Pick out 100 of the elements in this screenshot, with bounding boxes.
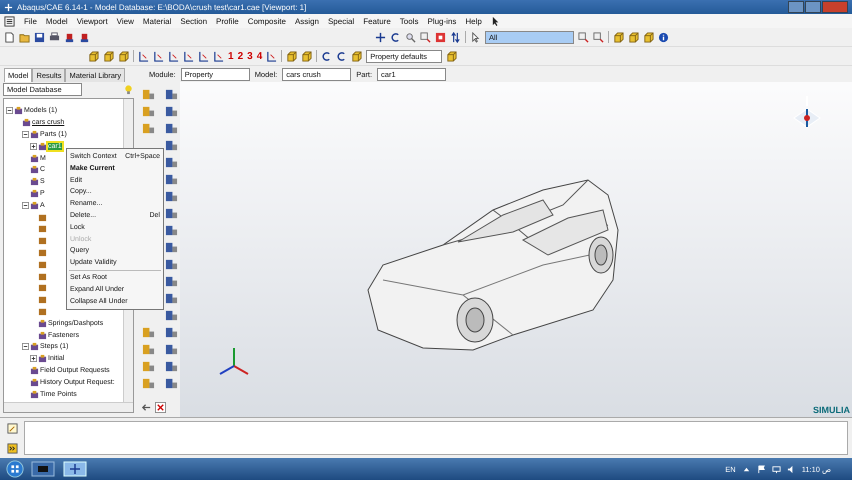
menu-item[interactable]: Viewport bbox=[76, 16, 108, 26]
menu-item[interactable]: Plug-ins bbox=[427, 16, 456, 26]
pan-icon[interactable] bbox=[375, 32, 386, 42]
new-file-icon[interactable] bbox=[4, 32, 15, 42]
menu-item[interactable]: Section bbox=[180, 16, 208, 26]
expand-toggle[interactable] bbox=[30, 355, 37, 362]
axis-icon[interactable] bbox=[153, 50, 164, 62]
viewport[interactable]: SIMULIA bbox=[180, 82, 852, 417]
rotate-icon[interactable] bbox=[336, 50, 348, 62]
horizontal-scrollbar[interactable] bbox=[4, 402, 133, 412]
menu-item[interactable]: Composite bbox=[248, 16, 286, 26]
menu-item[interactable]: Profile bbox=[216, 16, 239, 26]
menu-item[interactable]: View bbox=[116, 16, 134, 26]
tool-icon[interactable] bbox=[164, 326, 179, 339]
collapse-toggle[interactable] bbox=[22, 343, 29, 350]
axis-icon[interactable] bbox=[266, 50, 278, 62]
tool-icon[interactable] bbox=[164, 309, 179, 322]
tree-node-icon bbox=[14, 106, 23, 116]
tool-icon[interactable] bbox=[164, 88, 179, 101]
flag-icon[interactable] bbox=[756, 464, 766, 474]
expand-toggle[interactable] bbox=[30, 142, 37, 150]
message-icon[interactable] bbox=[6, 422, 18, 434]
cube-icon[interactable] bbox=[118, 50, 129, 62]
menu-item[interactable]: Help bbox=[465, 16, 482, 26]
tool-icon[interactable] bbox=[141, 377, 156, 390]
cube-icon[interactable] bbox=[351, 50, 362, 62]
back-arrow-icon[interactable] bbox=[141, 402, 152, 413]
minimize-button[interactable] bbox=[788, 1, 804, 13]
folder-icon[interactable] bbox=[19, 32, 30, 42]
box-zoom-icon[interactable] bbox=[593, 32, 604, 42]
menu-item[interactable]: Special bbox=[328, 16, 354, 26]
menu-item[interactable]: Material bbox=[142, 16, 172, 26]
tool-icon[interactable] bbox=[164, 173, 179, 186]
fit-view-icon[interactable] bbox=[435, 32, 446, 42]
cube-icon[interactable] bbox=[301, 50, 312, 62]
tool-icon[interactable] bbox=[164, 190, 179, 203]
rotate-icon[interactable] bbox=[321, 50, 332, 62]
info-icon[interactable] bbox=[658, 32, 669, 42]
collapse-toggle[interactable] bbox=[22, 130, 29, 138]
cube-icon[interactable] bbox=[613, 32, 624, 42]
axis-icon[interactable] bbox=[198, 50, 209, 62]
pointer-icon[interactable] bbox=[470, 32, 481, 42]
console-app-icon[interactable] bbox=[30, 461, 56, 477]
view-number[interactable]: 3 bbox=[247, 50, 253, 62]
cube-icon[interactable] bbox=[446, 50, 457, 62]
collapse-toggle[interactable] bbox=[22, 202, 29, 209]
menu-item[interactable]: Tools bbox=[400, 16, 418, 26]
cancel-icon[interactable] bbox=[155, 402, 166, 413]
menu-item[interactable]: Model bbox=[46, 16, 68, 26]
start-button[interactable] bbox=[6, 460, 24, 478]
tool-icon[interactable] bbox=[141, 360, 156, 373]
box-zoom-icon[interactable] bbox=[420, 32, 431, 42]
axis-icon[interactable] bbox=[213, 50, 224, 62]
tool-icon[interactable] bbox=[141, 343, 156, 356]
tool-icon[interactable] bbox=[164, 105, 179, 118]
rotate-icon[interactable] bbox=[390, 32, 401, 42]
tree-node-icon bbox=[38, 142, 47, 151]
menu-item[interactable]: File bbox=[24, 16, 37, 26]
view-number[interactable]: 4 bbox=[256, 50, 262, 62]
tool-icon[interactable] bbox=[141, 88, 156, 101]
network-icon[interactable] bbox=[772, 464, 781, 474]
cube-icon[interactable] bbox=[88, 50, 99, 62]
bulb-icon[interactable] bbox=[123, 84, 134, 94]
tool-icon[interactable] bbox=[164, 207, 179, 220]
tool-icon[interactable] bbox=[141, 326, 156, 339]
tool-icon[interactable] bbox=[164, 343, 179, 356]
tool-icon[interactable] bbox=[164, 241, 179, 254]
menu-item[interactable]: Feature bbox=[363, 16, 391, 26]
tool-icon[interactable] bbox=[164, 122, 179, 135]
view-number[interactable]: 1 bbox=[228, 50, 234, 62]
tool-icon[interactable] bbox=[164, 224, 179, 237]
command-icon[interactable] bbox=[6, 442, 18, 454]
maximize-button[interactable] bbox=[805, 1, 821, 13]
tool-icon[interactable] bbox=[164, 360, 179, 373]
axis-icon[interactable] bbox=[168, 50, 179, 62]
collapse-toggle[interactable] bbox=[6, 107, 13, 114]
save-icon[interactable] bbox=[34, 32, 45, 42]
tool-icon[interactable] bbox=[141, 105, 156, 118]
cube-icon[interactable] bbox=[643, 32, 654, 42]
cylinder-icon[interactable] bbox=[64, 32, 75, 42]
cube-icon[interactable] bbox=[628, 32, 639, 42]
tool-icon[interactable] bbox=[164, 156, 179, 169]
tool-icon[interactable] bbox=[164, 275, 179, 288]
axis-icon[interactable] bbox=[138, 50, 149, 62]
cube-icon[interactable] bbox=[103, 50, 114, 62]
tool-icon[interactable] bbox=[164, 292, 179, 305]
axis-icon[interactable] bbox=[183, 50, 194, 62]
tool-icon[interactable] bbox=[164, 377, 179, 390]
box-zoom-icon[interactable] bbox=[578, 32, 589, 42]
cube-icon[interactable] bbox=[286, 50, 298, 62]
view-number[interactable]: 2 bbox=[238, 50, 244, 62]
tool-icon[interactable] bbox=[164, 139, 179, 152]
menu-item[interactable]: Assign bbox=[294, 16, 319, 26]
magnifier-icon[interactable] bbox=[405, 32, 416, 42]
cylinder-icon[interactable] bbox=[79, 32, 90, 42]
tool-icon[interactable] bbox=[164, 258, 179, 271]
printer-icon[interactable] bbox=[49, 32, 60, 42]
menu-icon[interactable] bbox=[4, 16, 15, 26]
tool-icon[interactable] bbox=[141, 122, 156, 135]
arrows-icon[interactable] bbox=[450, 32, 461, 42]
